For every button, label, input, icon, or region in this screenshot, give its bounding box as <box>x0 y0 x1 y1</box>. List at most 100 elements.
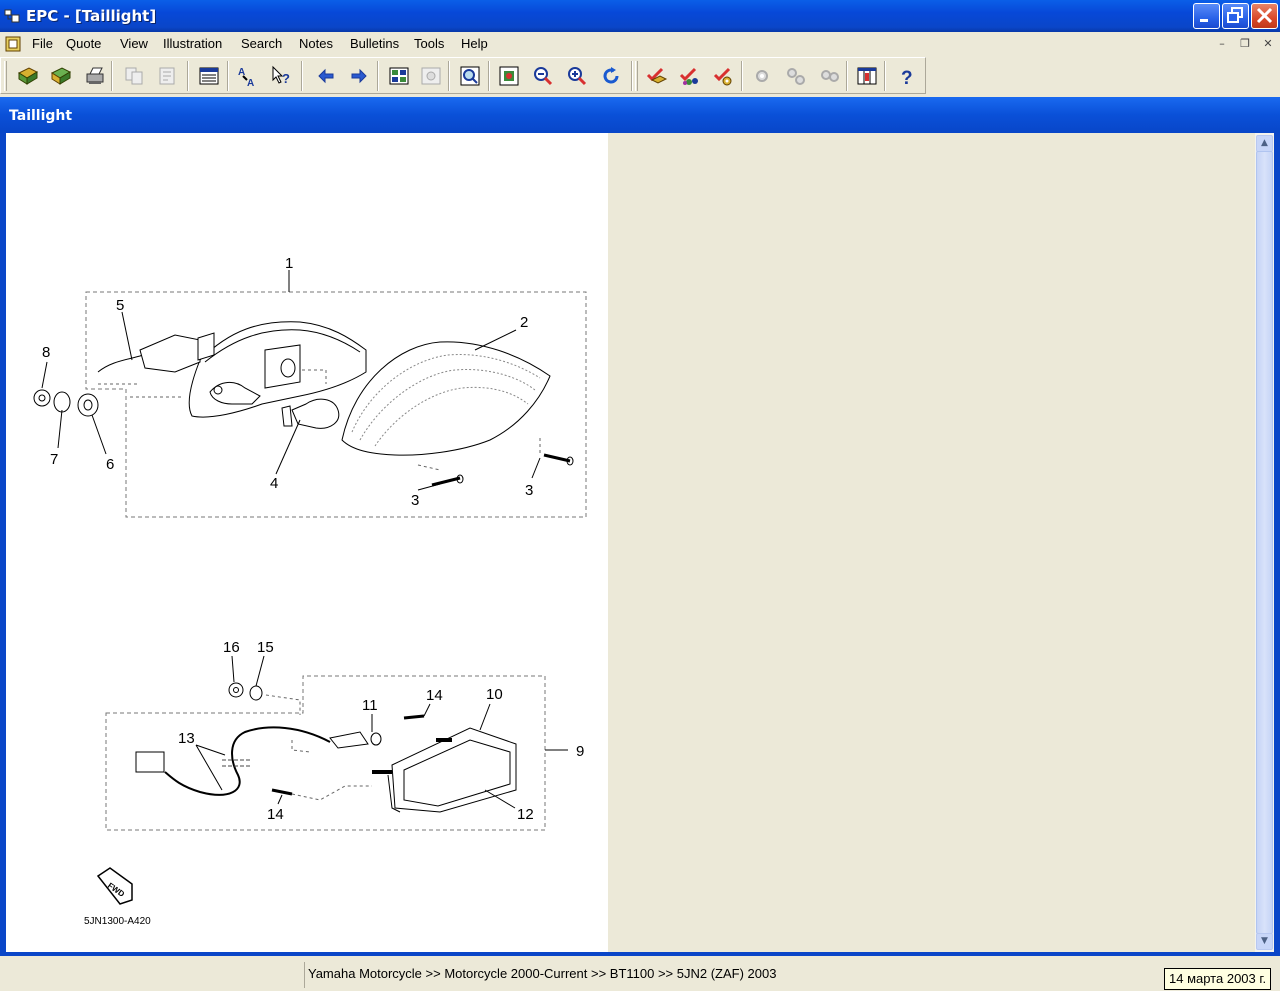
menu-search[interactable]: Search <box>241 36 282 51</box>
help-icon[interactable]: ? <box>894 63 920 89</box>
collar-7 <box>53 391 71 413</box>
leader-14b <box>277 794 283 805</box>
check-multi-icon[interactable] <box>677 63 703 89</box>
mdi-restore-button[interactable]: ❐ <box>1238 37 1252 50</box>
toolbar-grip[interactable] <box>4 61 7 91</box>
callout-7: 7 <box>50 451 58 468</box>
empty-pane <box>608 133 1255 952</box>
close-button[interactable] <box>1251 3 1278 29</box>
cord-connector <box>135 751 165 773</box>
print-icon[interactable] <box>82 63 108 89</box>
callout-14b: 14 <box>267 806 284 823</box>
leader-10 <box>479 703 491 731</box>
toolbar-grip[interactable] <box>635 61 638 91</box>
leader-3b <box>531 457 541 479</box>
menu-bar: File Quote View Illustration Search Note… <box>0 32 1280 56</box>
toolbar-separator <box>301 61 303 91</box>
callout-12: 12 <box>517 806 534 823</box>
washer-15 <box>249 685 263 701</box>
refresh-icon[interactable] <box>598 63 624 89</box>
nut-8 <box>33 389 51 407</box>
toolbar-separator <box>631 61 633 91</box>
menu-notes[interactable]: Notes <box>299 36 333 51</box>
leader-8 <box>41 361 48 389</box>
callout-5: 5 <box>116 297 124 314</box>
toolbar-separator <box>488 61 490 91</box>
columns-icon[interactable] <box>854 63 880 89</box>
zoom-page-icon[interactable] <box>457 63 483 89</box>
bulb-base <box>281 405 293 427</box>
copy-disabled-icon[interactable] <box>121 63 147 89</box>
callout-3a: 3 <box>411 492 419 509</box>
bookmark-book-icon[interactable] <box>48 63 74 89</box>
leader-13 <box>195 744 226 791</box>
scroll-thumb[interactable] <box>1256 151 1273 934</box>
leader-2 <box>474 329 517 351</box>
illustration-canvas[interactable]: 1 2 3 3 4 5 6 7 8 9 10 11 12 13 14 14 15… <box>6 133 608 952</box>
minimize-button[interactable] <box>1193 3 1220 29</box>
menu-view[interactable]: View <box>120 36 148 51</box>
gear-disabled-icon[interactable] <box>750 63 776 89</box>
maximize-button[interactable] <box>1222 3 1249 29</box>
leader-6 <box>91 414 107 455</box>
leader-4 <box>275 419 301 475</box>
gears-settings-disabled-icon[interactable] <box>817 63 843 89</box>
vertical-scrollbar[interactable]: ▲ ▼ <box>1255 133 1274 952</box>
gears-disabled-icon[interactable] <box>783 63 809 89</box>
menu-quote[interactable]: Quote <box>66 36 101 51</box>
callout-3b: 3 <box>525 482 533 499</box>
menu-illustration[interactable]: Illustration <box>163 36 222 51</box>
leader-14a <box>423 703 431 717</box>
svg-text:A: A <box>247 78 254 89</box>
leader-5 <box>121 311 133 361</box>
drawing-code: 5JN1300-A420 <box>84 916 151 927</box>
callout-9: 9 <box>576 743 584 760</box>
toolbar-separator <box>884 61 886 91</box>
scroll-up-button[interactable]: ▲ <box>1256 135 1273 152</box>
zoom-in-icon[interactable] <box>564 63 590 89</box>
taillight-diagram: 1 2 3 3 4 5 6 7 8 9 10 11 12 13 14 14 15… <box>33 255 587 927</box>
zoom-out-icon[interactable] <box>530 63 556 89</box>
menu-help[interactable]: Help <box>461 36 488 51</box>
document-icon[interactable] <box>4 35 22 53</box>
mdi-close-button[interactable]: ✕ <box>1261 37 1275 50</box>
help-pointer-icon[interactable]: ? <box>268 63 294 89</box>
grid-view-icon[interactable] <box>386 63 412 89</box>
screw-3b <box>543 453 571 463</box>
check-add-icon[interactable] <box>644 63 670 89</box>
forward-arrow-icon[interactable] <box>346 63 372 89</box>
dashed-line <box>265 694 301 715</box>
mdi-minimize-button[interactable]: – <box>1215 37 1229 50</box>
callout-8: 8 <box>42 344 50 361</box>
toolbar-separator <box>111 61 113 91</box>
back-arrow-icon[interactable] <box>313 63 339 89</box>
close-icon <box>1256 7 1273 24</box>
panel-title: Taillight <box>9 108 73 124</box>
socket-11 <box>329 731 369 749</box>
list-view-icon[interactable] <box>196 63 222 89</box>
menu-file[interactable]: File <box>32 36 53 51</box>
check-settings-icon[interactable] <box>711 63 737 89</box>
app-icon[interactable] <box>4 8 20 24</box>
screw-3a <box>431 476 461 487</box>
harness-connector <box>139 334 201 373</box>
toolbar-separator <box>741 61 743 91</box>
status-date: 14 марта 2003 г. <box>1164 968 1272 990</box>
menu-tools[interactable]: Tools <box>414 36 444 51</box>
menu-bulletins[interactable]: Bulletins <box>350 36 399 51</box>
screw-14a <box>403 714 425 720</box>
open-book-icon[interactable] <box>15 63 41 89</box>
leader-7 <box>57 409 63 449</box>
callout-15: 15 <box>257 639 274 656</box>
housing-body <box>188 321 367 418</box>
bulb-11 <box>370 732 382 746</box>
callout-1: 1 <box>285 255 293 272</box>
window-title: EPC - [Taillight] <box>26 7 157 25</box>
find-replace-icon[interactable]: AA <box>235 63 261 89</box>
grid-view-disabled-icon[interactable] <box>418 63 444 89</box>
scroll-down-button[interactable]: ▼ <box>1256 933 1273 950</box>
toolbar-separator <box>448 61 450 91</box>
panel-header: Taillight <box>0 97 1280 133</box>
paste-disabled-icon[interactable] <box>155 63 181 89</box>
zoom-fit-icon[interactable] <box>496 63 522 89</box>
